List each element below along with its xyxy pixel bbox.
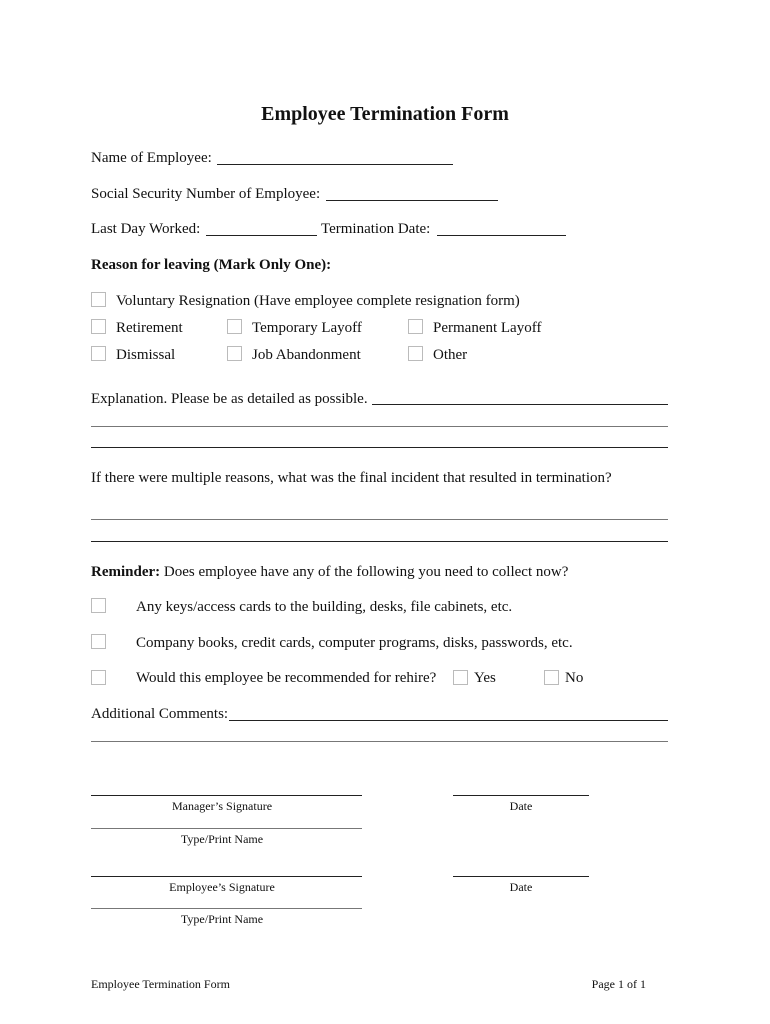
final-incident-question: If there were multiple reasons, what was… bbox=[91, 470, 612, 486]
checkbox-recommend-rehire[interactable] bbox=[91, 670, 106, 685]
checkbox-temporary-layoff[interactable] bbox=[227, 319, 242, 334]
option-job-abandonment: Job Abandonment bbox=[252, 347, 361, 363]
comments-line-2[interactable] bbox=[91, 741, 668, 742]
reminder-label: Reminder: bbox=[91, 564, 161, 580]
last-day-field[interactable] bbox=[206, 235, 317, 236]
manager-print-name-line[interactable] bbox=[91, 828, 362, 829]
checkbox-voluntary-resignation[interactable] bbox=[91, 292, 106, 307]
ssn-label: Social Security Number of Employee: bbox=[91, 186, 321, 202]
item-keys-access-cards: Any keys/access cards to the building, d… bbox=[136, 599, 513, 615]
employee-signature-label: Employee’s Signature bbox=[169, 880, 275, 894]
manager-date-label: Date bbox=[509, 799, 533, 813]
option-retirement: Retirement bbox=[116, 320, 183, 336]
termination-date-field[interactable] bbox=[437, 235, 566, 236]
item-recommend-rehire: Would this employee be recommended for r… bbox=[136, 670, 437, 686]
checkbox-company-books[interactable] bbox=[91, 634, 106, 649]
option-voluntary-resignation: Voluntary Resignation (Have employee com… bbox=[116, 293, 520, 309]
footer-page-number: Page 1 of 1 bbox=[591, 977, 646, 991]
last-day-label: Last Day Worked: bbox=[91, 221, 201, 237]
comments-line-1[interactable] bbox=[229, 720, 668, 721]
manager-print-name-label: Type/Print Name bbox=[180, 832, 264, 846]
explanation-label: Explanation. Please be as detailed as po… bbox=[91, 391, 368, 407]
final-incident-line-1[interactable] bbox=[91, 519, 668, 520]
employee-print-name-label: Type/Print Name bbox=[180, 912, 264, 926]
checkbox-job-abandonment[interactable] bbox=[227, 346, 242, 361]
explanation-line-1[interactable] bbox=[372, 404, 668, 405]
reminder-question: Does employee have any of the following … bbox=[163, 564, 569, 580]
explanation-line-3[interactable] bbox=[91, 447, 668, 448]
termination-date-label: Termination Date: bbox=[321, 221, 431, 237]
checkbox-dismissal[interactable] bbox=[91, 346, 106, 361]
option-dismissal: Dismissal bbox=[116, 347, 176, 363]
option-temporary-layoff: Temporary Layoff bbox=[252, 320, 362, 336]
manager-date-line[interactable] bbox=[453, 795, 589, 796]
form-title: Employee Termination Form bbox=[261, 103, 509, 125]
option-other: Other bbox=[433, 347, 468, 363]
checkbox-rehire-yes[interactable] bbox=[453, 670, 468, 685]
manager-signature-label: Manager’s Signature bbox=[171, 799, 273, 813]
reminder-text: Reminder: Does employee have any of the … bbox=[91, 563, 568, 581]
ssn-field[interactable] bbox=[326, 200, 498, 201]
employee-print-name-line[interactable] bbox=[91, 908, 362, 909]
option-permanent-layoff: Permanent Layoff bbox=[433, 320, 542, 336]
checkbox-other[interactable] bbox=[408, 346, 423, 361]
employee-signature-line[interactable] bbox=[91, 876, 362, 877]
name-label: Name of Employee: bbox=[91, 150, 212, 166]
checkbox-rehire-no[interactable] bbox=[544, 670, 559, 685]
rehire-yes-label: Yes bbox=[474, 670, 496, 686]
checkbox-keys-access-cards[interactable] bbox=[91, 598, 106, 613]
name-field[interactable] bbox=[217, 164, 453, 165]
final-incident-line-2[interactable] bbox=[91, 541, 668, 542]
comments-label: Additional Comments: bbox=[91, 706, 229, 722]
footer-title: Employee Termination Form bbox=[91, 977, 230, 991]
manager-signature-line[interactable] bbox=[91, 795, 362, 796]
employee-date-label: Date bbox=[509, 880, 533, 894]
employee-date-line[interactable] bbox=[453, 876, 589, 877]
rehire-no-label: No bbox=[565, 670, 584, 686]
explanation-line-2[interactable] bbox=[91, 426, 668, 427]
item-company-books: Company books, credit cards, computer pr… bbox=[136, 635, 573, 651]
checkbox-permanent-layoff[interactable] bbox=[408, 319, 423, 334]
reason-heading: Reason for leaving (Mark Only One): bbox=[91, 257, 332, 273]
checkbox-retirement[interactable] bbox=[91, 319, 106, 334]
